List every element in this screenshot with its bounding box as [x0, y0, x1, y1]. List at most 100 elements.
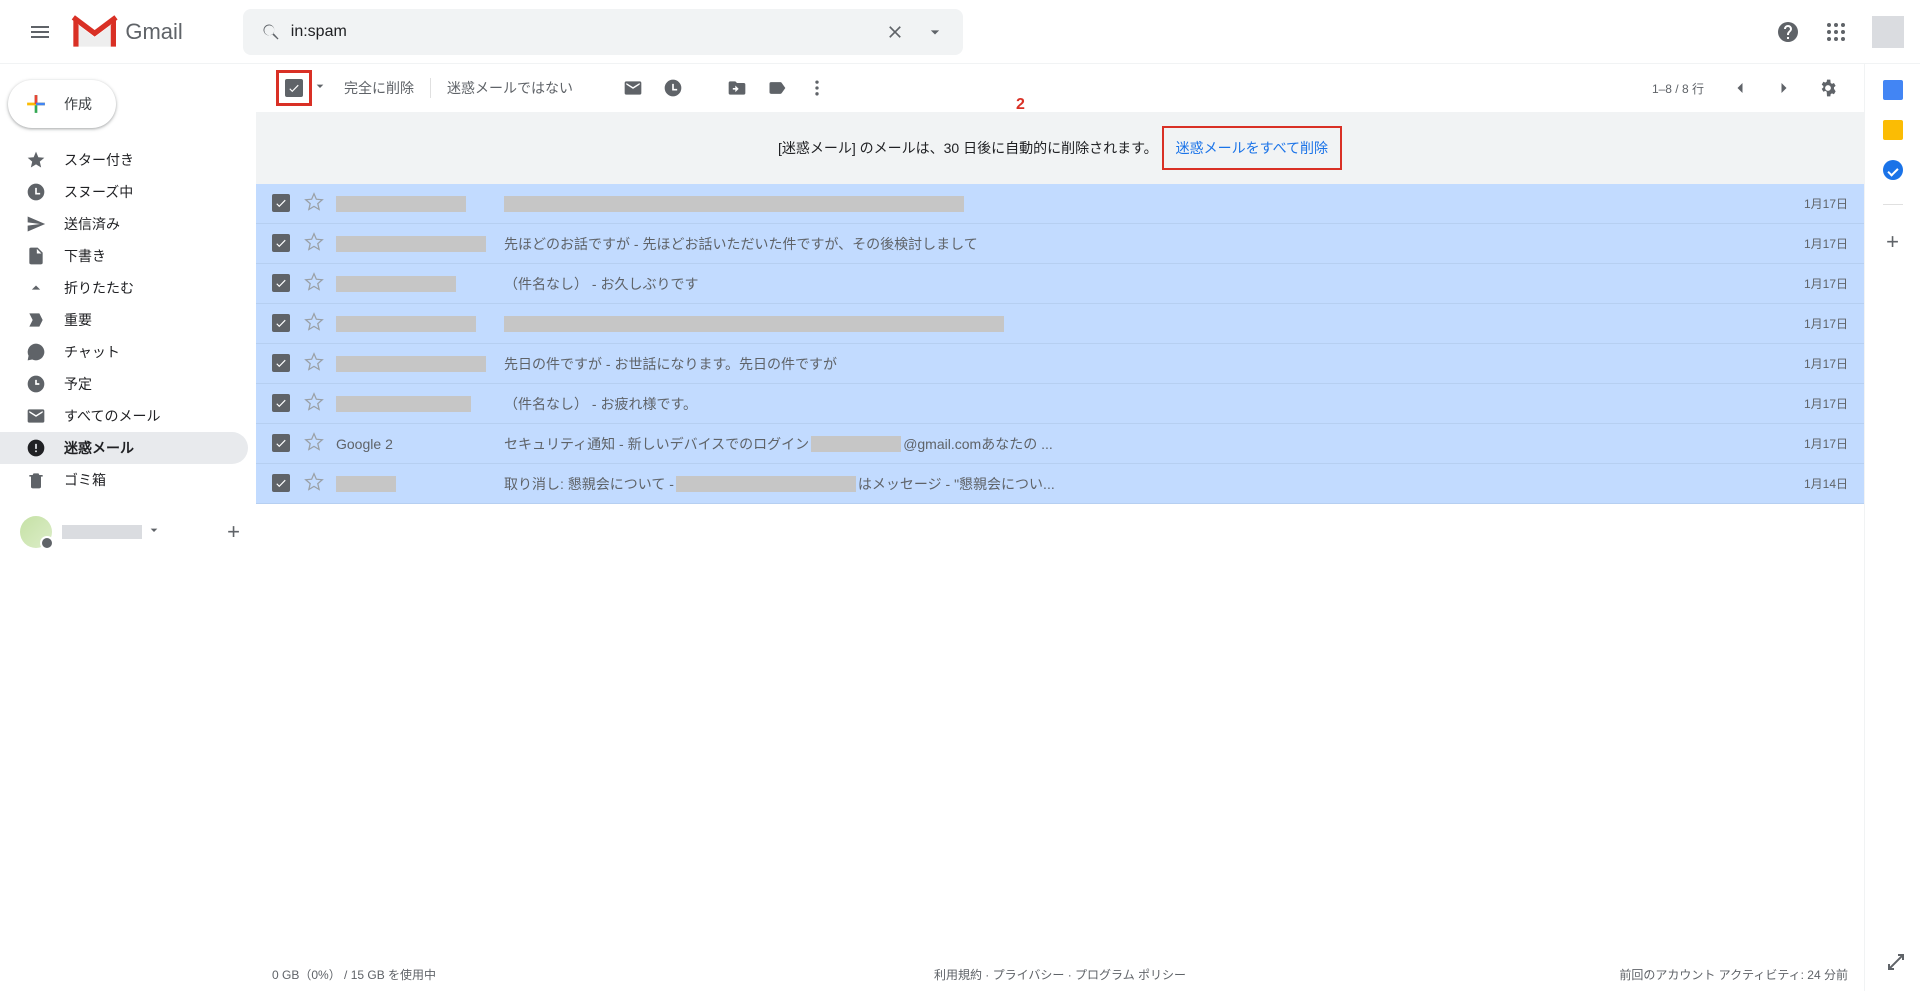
mail-row[interactable]: Google2セキュリティ通知 - 新しいデバイスでのログイン@gmail.co…: [256, 424, 1864, 464]
activity-text: 前回のアカウント アクティビティ: 24 分前: [1619, 966, 1848, 983]
mail-subject: [504, 196, 1788, 212]
sidebar-item-send[interactable]: 送信済み: [0, 208, 248, 240]
clear-search-icon[interactable]: [875, 12, 915, 52]
calendar-addon-icon[interactable]: [1883, 80, 1903, 100]
select-all-highlight: [276, 70, 312, 106]
delete-forever-button[interactable]: 完全に削除: [328, 78, 430, 98]
newer-icon[interactable]: [1720, 68, 1760, 108]
main-menu-icon[interactable]: [16, 8, 64, 56]
sidebar-item-trash[interactable]: ゴミ箱: [0, 464, 248, 496]
mail-date: 1月17日: [1788, 195, 1848, 212]
mail-row[interactable]: （件名なし） - お久しぶりです1月17日: [256, 264, 1864, 304]
star-icon[interactable]: [304, 472, 324, 495]
star-icon[interactable]: [304, 312, 324, 335]
more-icon[interactable]: [797, 68, 837, 108]
star-icon[interactable]: [304, 432, 324, 455]
delete-all-spam-link[interactable]: 迷惑メールをすべて削除: [1170, 136, 1334, 160]
mail-checkbox[interactable]: [272, 234, 292, 254]
mail-checkbox[interactable]: [272, 474, 292, 494]
account-avatar[interactable]: [1872, 16, 1904, 48]
keep-addon-icon[interactable]: [1883, 120, 1903, 140]
compose-button[interactable]: 作成: [8, 80, 116, 128]
mail-subject: 先ほどのお話ですが - 先ほどお話いただいた件ですが、その後検討しまして: [504, 234, 1788, 254]
older-icon[interactable]: [1764, 68, 1804, 108]
move-to-icon[interactable]: [717, 68, 757, 108]
user-dropdown-icon[interactable]: [142, 522, 162, 543]
mail-row[interactable]: 先日の件ですが - お世話になります。先日の件ですが1月17日: [256, 344, 1864, 384]
select-all-checkbox[interactable]: [285, 79, 303, 97]
star-icon[interactable]: [304, 232, 324, 255]
page-count: 1–8 / 8 行: [1652, 80, 1704, 97]
sidebar-item-label: 下書き: [64, 246, 106, 266]
mail-subject: （件名なし） - お疲れ様です。: [504, 394, 1788, 414]
search-icon[interactable]: [251, 12, 291, 52]
not-spam-button[interactable]: 迷惑メールではない: [431, 78, 589, 98]
mail-checkbox[interactable]: [272, 394, 292, 414]
sidebar-item-label: 予定: [64, 374, 92, 394]
star-icon[interactable]: [304, 272, 324, 295]
labels-icon[interactable]: [757, 68, 797, 108]
sidebar-item-scheduled[interactable]: 予定: [0, 368, 248, 400]
draft-icon: [26, 246, 46, 266]
mail-checkbox[interactable]: [272, 354, 292, 374]
new-conversation-button[interactable]: +: [227, 519, 240, 545]
star-icon[interactable]: [304, 192, 324, 215]
sidebar-item-label: 重要: [64, 310, 92, 330]
mail-checkbox[interactable]: [272, 194, 292, 214]
mail-sender: [336, 396, 504, 412]
mail-date: 1月17日: [1788, 315, 1848, 332]
mail-checkbox[interactable]: [272, 434, 292, 454]
expand-icon[interactable]: [1884, 950, 1908, 979]
mail-row[interactable]: 取り消し: 懇親会について - はメッセージ - "懇親会につい...1月14日: [256, 464, 1864, 504]
footer-links[interactable]: 利用規約 · プライバシー · プログラム ポリシー: [934, 966, 1186, 983]
mail-row[interactable]: 先ほどのお話ですが - 先ほどお話いただいた件ですが、その後検討しまして1月17…: [256, 224, 1864, 264]
collapse-icon: [26, 278, 46, 298]
toolbar: 1 完全に削除 迷惑メールではない 1–8 / 8 行: [256, 64, 1864, 112]
sidebar-item-label: 迷惑メール: [64, 438, 134, 458]
mail-sender: [336, 236, 504, 252]
gmail-logo[interactable]: Gmail: [68, 12, 183, 52]
star-icon[interactable]: [304, 352, 324, 375]
sidebar-item-chat[interactable]: チャット: [0, 336, 248, 368]
sidebar-item-label: 送信済み: [64, 214, 120, 234]
mail-row[interactable]: 1月17日: [256, 184, 1864, 224]
mail-row[interactable]: （件名なし） - お疲れ様です。1月17日: [256, 384, 1864, 424]
snooze-icon[interactable]: [653, 68, 693, 108]
hangouts-user-row[interactable]: +: [0, 508, 256, 556]
compose-label: 作成: [64, 94, 92, 114]
sidebar-item-draft[interactable]: 下書き: [0, 240, 248, 272]
header: Gmail: [0, 0, 1920, 64]
scheduled-icon: [26, 374, 46, 394]
sidebar-item-label: チャット: [64, 342, 120, 362]
mail-checkbox[interactable]: [272, 274, 292, 294]
support-icon[interactable]: [1768, 12, 1808, 52]
mark-read-icon[interactable]: [613, 68, 653, 108]
sidebar-item-collapse[interactable]: 折りたたむ: [0, 272, 248, 304]
user-avatar: [20, 516, 52, 548]
settings-icon[interactable]: [1808, 68, 1848, 108]
spam-banner: 2 [迷惑メール] のメールは、30 日後に自動的に削除されます。 迷惑メールを…: [256, 112, 1864, 184]
sidebar-item-spam[interactable]: 迷惑メール: [0, 432, 248, 464]
search-options-icon[interactable]: [915, 12, 955, 52]
user-name-redacted: [62, 525, 142, 539]
mail-checkbox[interactable]: [272, 314, 292, 334]
tasks-addon-icon[interactable]: [1883, 160, 1903, 180]
search-input[interactable]: [291, 23, 875, 41]
sidebar-item-star[interactable]: スター付き: [0, 144, 248, 176]
all-mail-icon: [26, 406, 46, 426]
sidebar-item-all-mail[interactable]: すべてのメール: [0, 400, 248, 432]
mail-row[interactable]: 1月17日: [256, 304, 1864, 344]
mail-subject: セキュリティ通知 - 新しいデバイスでのログイン@gmail.comあなたの .…: [504, 434, 1788, 454]
sidebar-item-clock[interactable]: スヌーズ中: [0, 176, 248, 208]
apps-icon[interactable]: [1816, 12, 1856, 52]
mail-date: 1月17日: [1788, 275, 1848, 292]
sidebar-item-label: ゴミ箱: [64, 470, 106, 490]
chat-icon: [26, 342, 46, 362]
important-icon: [26, 310, 46, 330]
get-addons-icon[interactable]: +: [1886, 229, 1899, 255]
spam-icon: [26, 438, 46, 458]
mail-sender: [336, 476, 504, 492]
sidebar-item-important[interactable]: 重要: [0, 304, 248, 336]
select-dropdown-icon[interactable]: [312, 78, 328, 99]
star-icon[interactable]: [304, 392, 324, 415]
